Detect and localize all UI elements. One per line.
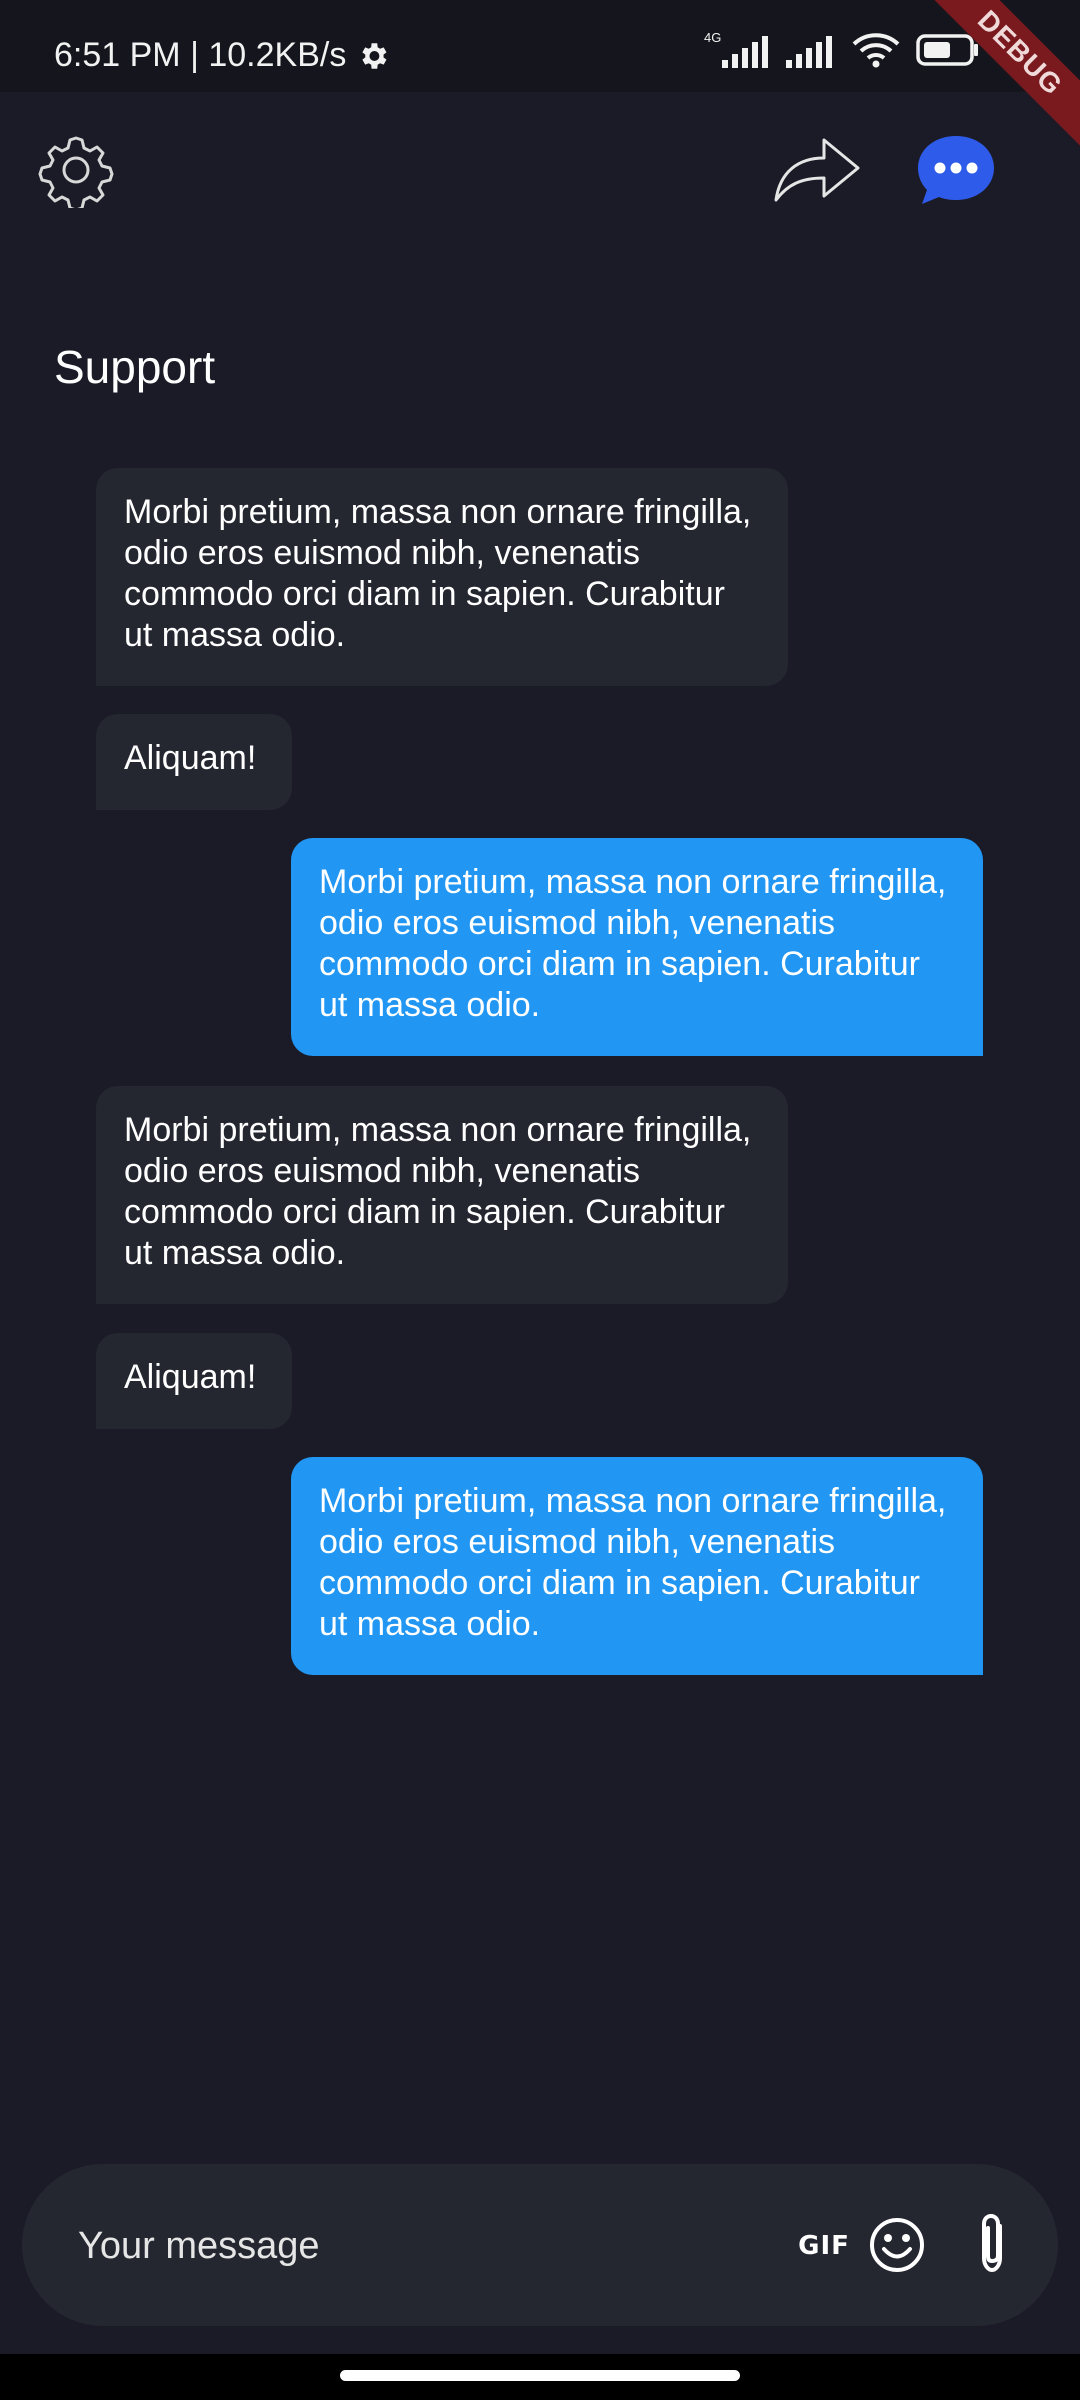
message-bubble-outgoing: Morbi pretium, massa non ornare fringill… xyxy=(291,838,983,1056)
signal-icon xyxy=(786,36,833,68)
share-forward-icon[interactable] xyxy=(772,134,862,204)
page-title: Support xyxy=(54,341,216,393)
message-bubble-incoming: Aliquam! xyxy=(96,714,292,810)
settings-small-icon xyxy=(362,42,387,69)
attachment-paperclip-icon[interactable] xyxy=(972,2212,1012,2278)
status-time-text: 6:51 PM | 10.2KB/s xyxy=(54,36,347,74)
message-input[interactable] xyxy=(76,2212,720,2280)
message-bubble-incoming: Morbi pretium, massa non ornare fringill… xyxy=(96,468,788,686)
status-time: 6:51 PM | 10.2KB/s xyxy=(54,36,390,75)
signal-4g-icon: 4G xyxy=(704,30,769,68)
message-bubble-outgoing: Morbi pretium, massa non ornare fringill… xyxy=(291,1457,983,1675)
network-label: 4G xyxy=(704,30,721,45)
emoji-icon[interactable] xyxy=(868,2216,926,2274)
message-bubble-incoming: Morbi pretium, massa non ornare fringill… xyxy=(96,1086,788,1304)
settings-gear-icon[interactable] xyxy=(38,132,114,208)
message-composer: GIF xyxy=(22,2164,1058,2326)
battery-icon xyxy=(916,34,979,66)
status-bar: 6:51 PM | 10.2KB/s 4G DEBUG xyxy=(0,0,1080,162)
gif-icon[interactable]: GIF xyxy=(784,2224,864,2268)
message-bubble-incoming: Aliquam! xyxy=(96,1333,292,1429)
chat-bubble-dots-icon[interactable] xyxy=(914,132,998,208)
home-gesture-pill[interactable] xyxy=(340,2370,740,2381)
wifi-icon xyxy=(853,33,900,68)
